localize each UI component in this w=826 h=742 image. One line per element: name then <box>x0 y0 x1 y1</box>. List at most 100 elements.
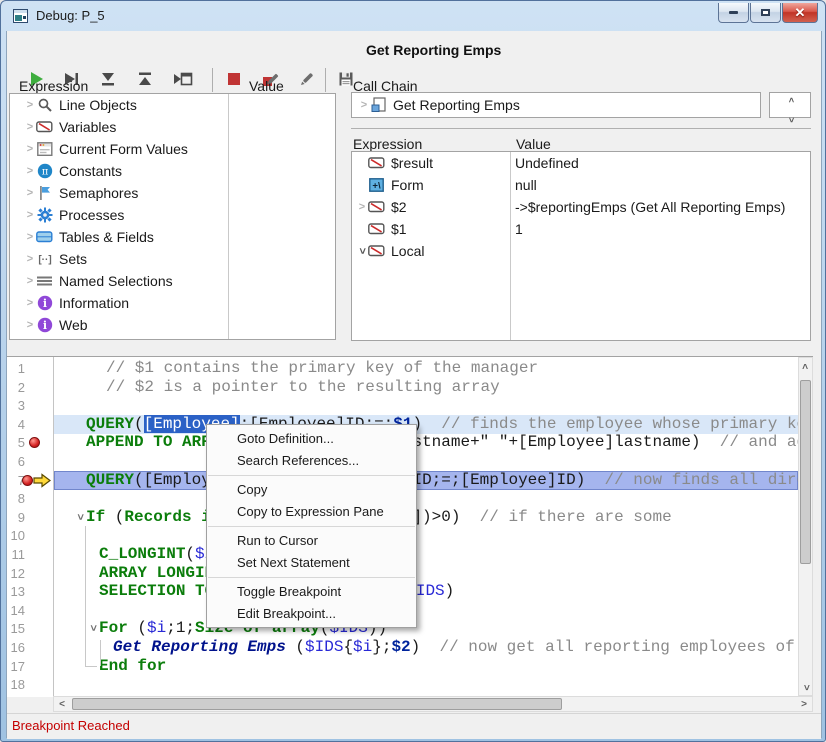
line-number[interactable]: 18 <box>7 677 25 692</box>
maximize-button[interactable] <box>750 3 781 23</box>
call-chain-stepper[interactable]: > > <box>769 92 811 118</box>
code-line-1[interactable]: // $1 contains the primary key of the ma… <box>54 359 798 378</box>
minimize-button[interactable] <box>718 3 749 23</box>
chevron-right-icon[interactable]: > <box>24 209 36 221</box>
menu-search-references[interactable]: Search References... <box>207 450 416 472</box>
abort-button[interactable] <box>225 70 247 90</box>
close-button[interactable]: ✕ <box>782 3 818 23</box>
svg-text:i: i <box>42 319 46 332</box>
sidebar-item-named-selections[interactable]: >Named Selections <box>10 270 335 292</box>
watch-row-local[interactable]: >Local <box>352 240 810 262</box>
code-line-4[interactable]: QUERY([Employee];[Employee]ID;=;$1) // f… <box>54 415 798 434</box>
code-line-8[interactable] <box>54 489 798 508</box>
line-number[interactable]: 13 <box>7 584 25 599</box>
scroll-left-icon[interactable]: < <box>54 697 70 711</box>
menu-edit-breakpoint[interactable]: Edit Breakpoint... <box>207 603 416 625</box>
menu-run-to-cursor[interactable]: Run to Cursor <box>207 530 416 552</box>
code-line-11[interactable]: C_LONGINT($i) <box>54 545 798 564</box>
line-number[interactable]: 10 <box>7 528 25 543</box>
step-out-button[interactable] <box>136 70 158 90</box>
sidebar-item-current-form-values[interactable]: >Current Form Values <box>10 138 335 160</box>
sidebar-item-sets[interactable]: >[··]Sets <box>10 248 335 270</box>
code-line-13[interactable]: SELECTION TO ARRAY([Employee]ID;$IDS) <box>54 582 798 601</box>
chevron-right-icon[interactable]: > <box>24 231 36 243</box>
menu-copy[interactable]: Copy <box>207 479 416 501</box>
chevron-right-icon[interactable]: > <box>24 143 36 155</box>
sidebar-item-semaphores[interactable]: >Semaphores <box>10 182 335 204</box>
code-line-10[interactable] <box>54 526 798 545</box>
code-line-7[interactable]: QUERY([Employee];[Employee]ManagerID;=;[… <box>54 471 798 490</box>
step-into-button[interactable] <box>99 70 121 90</box>
line-number[interactable]: 1 <box>7 361 25 376</box>
line-number[interactable]: 15 <box>7 621 25 636</box>
line-number[interactable]: 16 <box>7 640 25 655</box>
code-line-5[interactable]: APPEND TO ARRAY($2->;[Employee]firstname… <box>54 433 798 452</box>
search-icon <box>36 97 53 113</box>
line-number[interactable]: 12 <box>7 566 25 581</box>
editor-vscrollbar[interactable]: > > <box>798 357 813 696</box>
line-number[interactable]: 17 <box>7 659 25 674</box>
watch-row-1[interactable]: $11 <box>352 218 810 240</box>
menu-goto-definition[interactable]: Goto Definition... <box>207 428 416 450</box>
sidebar-item-constants[interactable]: >πConstants <box>10 160 335 182</box>
fold-chevron-icon[interactable]: > <box>90 622 96 634</box>
code-line-12[interactable]: ARRAY LONGINT($IDS;0) <box>54 564 798 583</box>
code-line-18[interactable] <box>54 675 798 694</box>
menu-set-next-statement[interactable]: Set Next Statement <box>207 552 416 574</box>
code-line-17[interactable]: End for <box>54 657 798 676</box>
line-number[interactable]: 2 <box>7 380 25 395</box>
editor-hscrollbar[interactable]: < > <box>53 696 813 712</box>
line-number[interactable]: 11 <box>7 547 25 562</box>
vscroll-thumb[interactable] <box>800 380 811 564</box>
sidebar-item-variables[interactable]: >Variables <box>10 116 335 138</box>
edit-button[interactable] <box>297 70 319 90</box>
chevron-right-icon[interactable]: > <box>358 99 370 111</box>
chevron-right-icon[interactable]: > <box>24 253 36 265</box>
fold-chevron-icon[interactable]: > <box>77 511 83 523</box>
scroll-right-icon[interactable]: > <box>796 697 812 711</box>
chevron-right-icon[interactable]: > <box>24 99 36 111</box>
title-bar[interactable]: Debug: P_5 ✕ <box>1 1 826 31</box>
watch-row-form[interactable]: +\Formnull <box>352 174 810 196</box>
tree-item-label: Web <box>59 317 88 333</box>
chevron-right-icon[interactable]: > <box>24 165 36 177</box>
chevron-spacer <box>356 157 368 169</box>
chevron-right-icon[interactable]: > <box>356 201 368 213</box>
sidebar-item-web[interactable]: > i Web <box>10 314 335 336</box>
line-number[interactable]: 14 <box>7 603 25 618</box>
menu-copy-to-expression-pane[interactable]: Copy to Expression Pane <box>207 501 416 523</box>
code-line-6[interactable] <box>54 452 798 471</box>
chevron-right-icon[interactable]: > <box>24 275 36 287</box>
sidebar-item-processes[interactable]: >Processes <box>10 204 335 226</box>
sidebar-item-line-objects[interactable]: >Line Objects <box>10 94 335 116</box>
hscroll-thumb[interactable] <box>72 698 562 710</box>
sidebar-item-information[interactable]: >iInformation <box>10 292 335 314</box>
scroll-down-icon[interactable]: > <box>799 679 812 695</box>
code-line-16[interactable]: Get Reporting Emps ($IDS{$i};$2) // now … <box>54 638 798 657</box>
breakpoint-icon[interactable] <box>29 437 40 448</box>
form-object-icon: +\ <box>368 177 385 193</box>
menu-toggle-breakpoint[interactable]: Toggle Breakpoint <box>207 581 416 603</box>
code-line-2[interactable]: // $2 is a pointer to the resulting arra… <box>54 378 798 397</box>
code-line-15[interactable]: For ($i;1;Size of array($IDS)) <box>54 619 798 638</box>
line-number[interactable]: 4 <box>7 417 25 432</box>
line-number[interactable]: 3 <box>7 398 25 413</box>
watch-row-2[interactable]: >$2->$reportingEmps (Get All Reporting E… <box>352 196 810 218</box>
line-number[interactable]: 6 <box>7 454 25 469</box>
code-line-14[interactable] <box>54 601 798 620</box>
chevron-right-icon[interactable]: > <box>24 297 36 309</box>
line-number[interactable]: 5 <box>7 435 25 450</box>
call-chain-item[interactable]: >Get Reporting Emps <box>352 93 760 117</box>
chevron-right-icon[interactable]: > <box>24 121 36 133</box>
line-number[interactable]: 9 <box>7 510 25 525</box>
chevron-down-icon[interactable]: > <box>356 245 368 257</box>
chevron-right-icon[interactable]: > <box>24 187 36 199</box>
sidebar-item-tables-fields[interactable]: >Tables & Fields <box>10 226 335 248</box>
step-into-process-button[interactable] <box>173 70 195 90</box>
line-number[interactable]: 8 <box>7 491 25 506</box>
code-line-3[interactable] <box>54 396 798 415</box>
chevron-right-icon[interactable]: > <box>24 319 36 331</box>
code-line-9[interactable]: If (Records in selection([Employee])>0) … <box>54 508 798 527</box>
watch-row-result[interactable]: $resultUndefined <box>352 152 810 174</box>
scroll-up-icon[interactable]: > <box>799 358 812 374</box>
